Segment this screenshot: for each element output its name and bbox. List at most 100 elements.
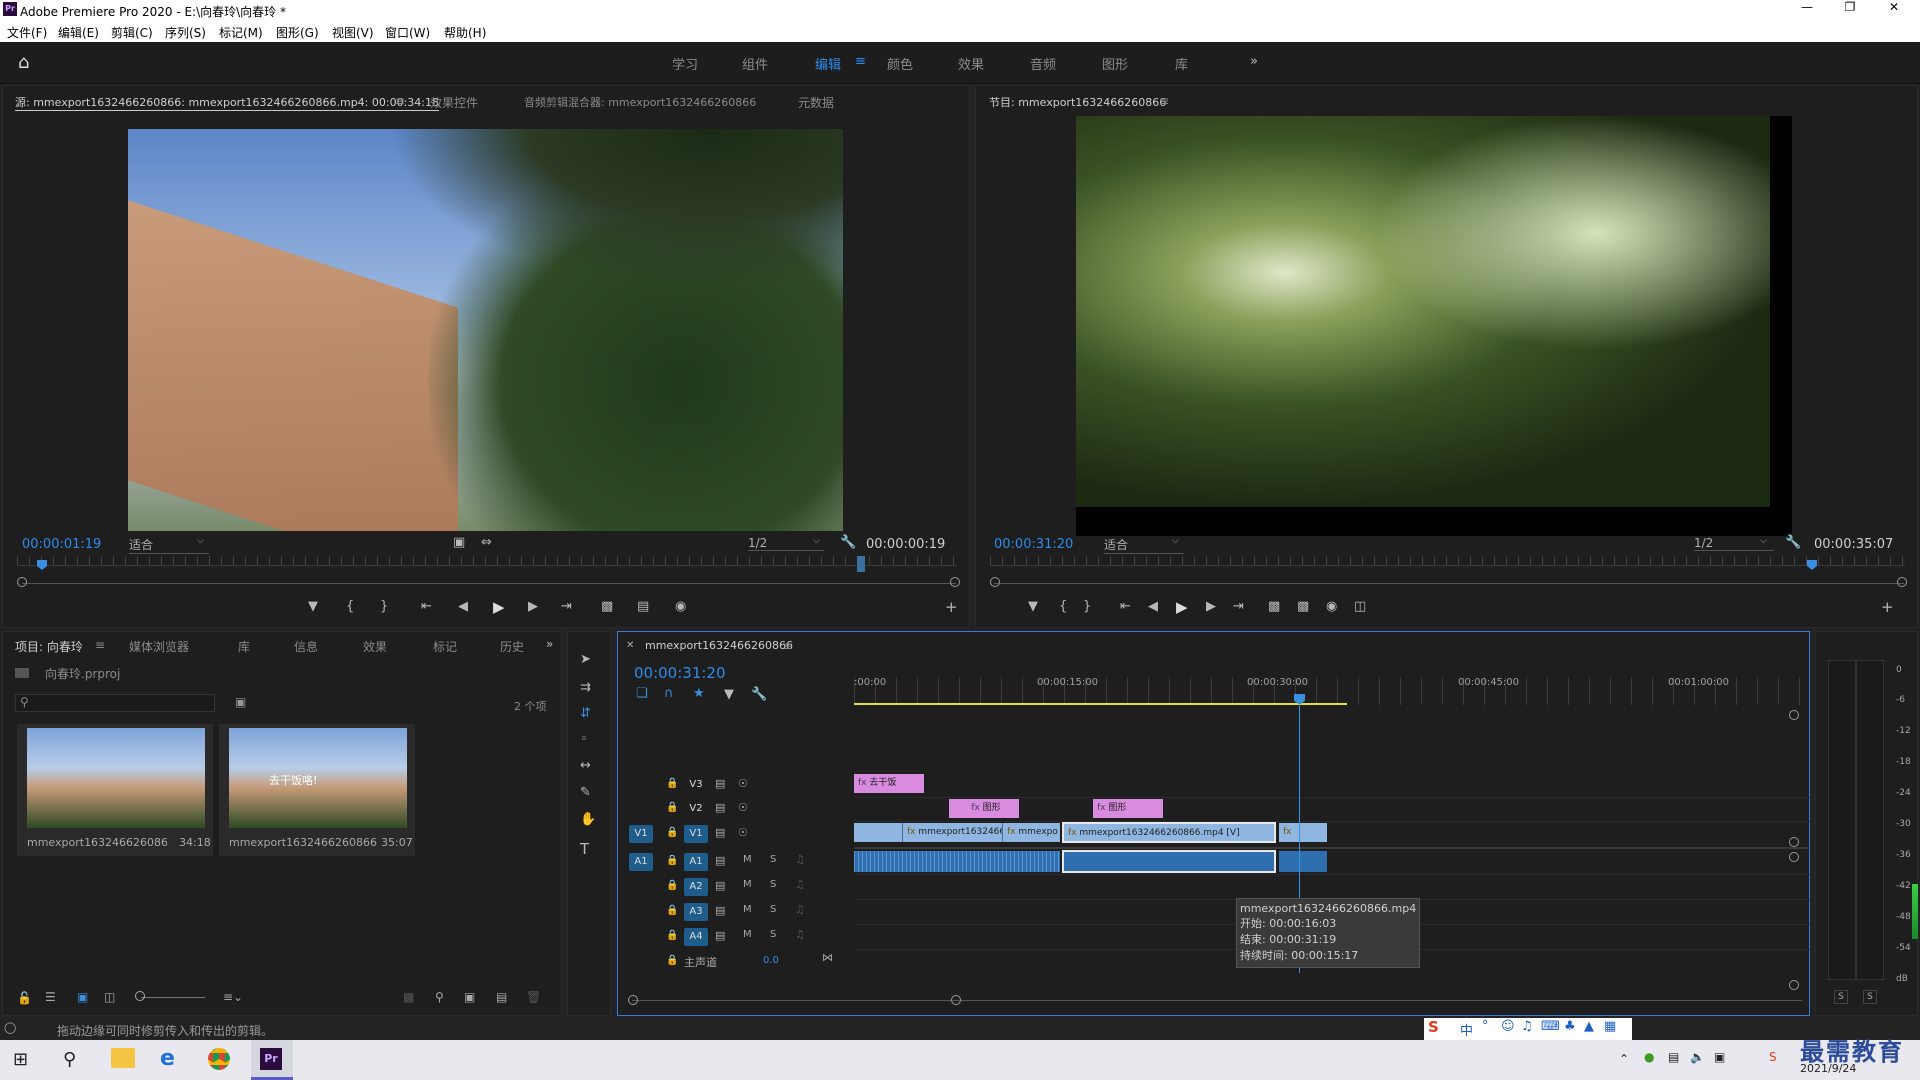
source-go-to-out-icon[interactable]: ⇥	[561, 599, 572, 614]
timeline-ruler[interactable]: :00:00 00:00:15:00 00:00:30:00 00:00:45:…	[854, 677, 1811, 705]
tab-program[interactable]: 节目: mmexport1632466260866	[989, 94, 1166, 110]
source-mark-in-icon[interactable]: {	[346, 599, 354, 614]
timeline-settings-wrench-icon[interactable]: 🔧	[751, 687, 767, 702]
source-add-marker-icon[interactable]: ▼	[308, 599, 318, 614]
audio-scroll-top-handle[interactable]	[1789, 852, 1799, 862]
a1-solo-button[interactable]: S	[770, 854, 776, 865]
lock-icon[interactable]: 🔓	[17, 991, 32, 1005]
program-zoom-bar[interactable]	[994, 583, 1904, 584]
premiere-taskbar-icon[interactable]: Pr	[251, 1040, 293, 1080]
home-icon[interactable]: ⌂	[18, 52, 29, 73]
solo-right-button[interactable]: S	[1863, 990, 1877, 1004]
new-bin-from-search-icon[interactable]: ▣	[235, 695, 246, 709]
timeline-zoom-right-handle[interactable]	[951, 995, 961, 1005]
close-sequence-icon[interactable]: ✕	[626, 640, 634, 651]
program-mark-out-icon[interactable]: }	[1083, 599, 1091, 614]
menu-help[interactable]: 帮助(H)	[444, 24, 486, 41]
a2-mic-icon[interactable]: ♫	[795, 878, 805, 891]
workspace-libraries[interactable]: 库	[1175, 54, 1188, 73]
source-out-marker[interactable]	[857, 556, 865, 572]
v1-label[interactable]: V1	[684, 825, 708, 843]
ime-grid-icon[interactable]: ▦	[1604, 1019, 1616, 1034]
v3-eye-icon[interactable]: ☉	[738, 777, 748, 790]
a4-lock-icon[interactable]: 🔒	[666, 930, 678, 941]
clip-v1-3[interactable]: fx mmexpo	[1002, 823, 1060, 842]
tab-history[interactable]: 历史	[500, 638, 528, 655]
add-marker-icon[interactable]: ▼	[724, 687, 734, 702]
program-mark-in-icon[interactable]: {	[1059, 599, 1067, 614]
v3-sync-lock-icon[interactable]: ▤	[715, 777, 725, 790]
master-lock-icon[interactable]: 🔒	[666, 955, 678, 966]
audio-scroll-bottom-handle[interactable]	[1789, 980, 1799, 990]
source-zoom-left-handle[interactable]	[17, 577, 27, 587]
find-icon[interactable]: ⚲	[435, 990, 444, 1004]
program-add-marker-icon[interactable]: ▼	[1028, 599, 1038, 614]
clip-v1-5[interactable]: fx	[1279, 823, 1327, 842]
tab-libraries[interactable]: 库	[238, 638, 250, 655]
source-play-icon[interactable]: ▶	[493, 598, 505, 616]
project-search-input[interactable]	[15, 694, 215, 712]
a1-source-patch[interactable]: A1	[629, 853, 653, 871]
a1-mute-button[interactable]: M	[743, 854, 752, 865]
a2-solo-button[interactable]: S	[770, 879, 776, 890]
source-overwrite-icon[interactable]: ▤	[637, 599, 649, 614]
program-comparison-view-icon[interactable]: ◫	[1354, 599, 1366, 614]
a4-sync-lock-icon[interactable]: ▤	[715, 929, 725, 942]
insert-nest-icon[interactable]: ❏	[636, 686, 648, 701]
clear-icon[interactable]: 🗑	[526, 990, 541, 1004]
source-wrench-icon[interactable]: 🔧	[840, 535, 856, 550]
program-zoom-left-handle[interactable]	[990, 577, 1000, 587]
tab-media-browser[interactable]: 媒体浏览器	[129, 638, 189, 655]
ime-keyboard-icon[interactable]: ⌨	[1541, 1019, 1560, 1034]
type-tool-icon[interactable]: T	[580, 840, 589, 858]
a3-lock-icon[interactable]: 🔒	[666, 905, 678, 916]
menu-marker[interactable]: 标记(M)	[219, 24, 263, 41]
ripple-edit-tool-icon[interactable]: ⇵	[580, 706, 591, 721]
clip-v3-title[interactable]: fx 去干饭	[854, 774, 924, 793]
v2-lock-icon[interactable]: 🔒	[666, 802, 678, 813]
program-lift-icon[interactable]: ▩	[1268, 599, 1280, 614]
snap-icon[interactable]: ∩	[664, 686, 674, 701]
program-playhead[interactable]	[1807, 560, 1817, 570]
source-tab-menu-icon[interactable]: ≡	[395, 94, 405, 108]
menu-sequence[interactable]: 序列(S)	[165, 24, 206, 41]
minimize-button[interactable]: —	[1795, 0, 1819, 14]
icon-view-icon[interactable]: ▣	[77, 990, 88, 1004]
new-item-icon[interactable]: ▤	[496, 990, 507, 1004]
workspace-learn[interactable]: 学习	[672, 54, 698, 73]
more-panels-icon[interactable]: »	[546, 637, 553, 651]
new-bin-icon[interactable]: ▣	[464, 990, 475, 1004]
a1-lock-icon[interactable]: 🔒	[666, 855, 678, 866]
search-taskbar-icon[interactable]: ⚲	[63, 1049, 76, 1070]
a4-mic-icon[interactable]: ♫	[795, 928, 805, 941]
close-button[interactable]: ✕	[1882, 0, 1906, 14]
sequence-tab-menu-icon[interactable]: ≡	[783, 639, 793, 653]
source-step-forward-icon[interactable]: ▶	[528, 599, 538, 614]
track-select-tool-icon[interactable]: ⇉	[580, 680, 591, 695]
tab-metadata[interactable]: 元数据	[798, 94, 834, 111]
menu-window[interactable]: 窗口(W)	[385, 24, 430, 41]
tab-project[interactable]: 项目: 向春玲	[15, 638, 83, 655]
a3-sync-lock-icon[interactable]: ▤	[715, 904, 725, 917]
tab-effect-controls[interactable]: 效果控件	[430, 94, 478, 111]
video-scroll-top-handle[interactable]	[1789, 710, 1799, 720]
program-go-to-out-icon[interactable]: ⇥	[1233, 599, 1244, 614]
project-item-clip-1[interactable]: mmexport1632466260866... 34:18	[17, 724, 213, 856]
v3-label[interactable]: V3	[684, 776, 708, 794]
menu-graphics[interactable]: 图形(G)	[276, 24, 319, 41]
master-volume-value[interactable]: 0.0	[763, 955, 779, 966]
a2-label[interactable]: A2	[684, 878, 708, 896]
a1-label[interactable]: A1	[684, 853, 708, 871]
source-timecode[interactable]: 00:00:01:19	[22, 537, 101, 552]
a4-mute-button[interactable]: M	[743, 929, 752, 940]
program-step-forward-icon[interactable]: ▶	[1206, 599, 1216, 614]
master-collapse-icon[interactable]: ⋈	[822, 951, 833, 964]
clip-v1-1[interactable]	[854, 823, 902, 842]
chrome-icon[interactable]	[208, 1048, 230, 1070]
clip-a1-audio-1[interactable]	[854, 851, 1060, 872]
program-timecode[interactable]: 00:00:31:20	[994, 537, 1073, 552]
tray-app-icon[interactable]: ●	[1644, 1050, 1654, 1064]
source-add-button-icon[interactable]: +	[945, 598, 958, 616]
a1-sync-lock-icon[interactable]: ▤	[715, 854, 725, 867]
workspace-graphics[interactable]: 图形	[1102, 54, 1128, 73]
